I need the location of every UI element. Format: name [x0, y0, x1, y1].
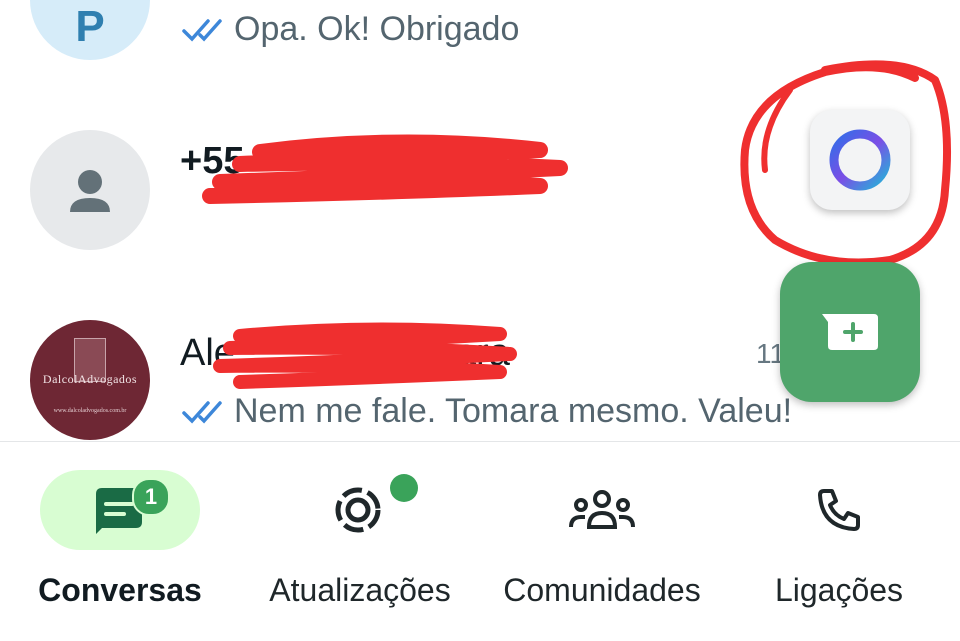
nav-label-updates: Atualizações — [269, 572, 451, 608]
unread-badge: 1 — [132, 478, 170, 516]
nav-tab-communities[interactable]: Comunidades — [492, 470, 712, 620]
person-icon — [70, 170, 110, 212]
communities-icon — [569, 490, 635, 529]
chat-preview: Nem me fale. Tomara mesmo. Valeu! — [182, 392, 792, 431]
nav-label-communities: Comunidades — [503, 572, 701, 608]
nav-tab-calls[interactable]: Ligações — [756, 470, 922, 620]
chat-avatar[interactable] — [30, 130, 150, 250]
chat-avatar[interactable]: P — [30, 0, 150, 60]
annotation-circle — [740, 60, 952, 267]
redaction-scribble — [202, 134, 568, 204]
nav-tab-updates[interactable]: Atualizações — [252, 470, 468, 620]
new-chat-icon — [822, 314, 878, 350]
double-check-icon — [182, 18, 222, 42]
bottom-nav-divider — [0, 441, 960, 442]
phone-icon — [818, 489, 860, 531]
redaction-scribble — [213, 322, 517, 389]
nav-label-chats: Conversas — [38, 572, 202, 608]
nav-icon-wrap — [759, 470, 919, 550]
avatar-letter: P — [75, 2, 105, 51]
avatar-small-text: www.dalcoladvogados.com.br — [53, 408, 127, 414]
updates-icon — [335, 487, 381, 533]
nav-label-calls: Ligações — [774, 572, 904, 608]
new-chat-button[interactable] — [780, 262, 920, 402]
double-check-icon — [182, 400, 222, 424]
nav-tab-chats[interactable]: 1 Conversas — [38, 470, 202, 620]
nav-icon-wrap — [522, 470, 682, 550]
avatar-text: DalcolAdvogados — [42, 372, 138, 386]
nav-active-indicator: 1 — [40, 470, 200, 550]
updates-dot — [390, 474, 418, 502]
chat-preview: Opa. Ok! Obrigado — [182, 10, 519, 49]
nav-icon-wrap — [280, 470, 440, 550]
chat-avatar[interactable]: DalcolAdvogados www.dalcoladvogados.com.… — [30, 320, 150, 440]
